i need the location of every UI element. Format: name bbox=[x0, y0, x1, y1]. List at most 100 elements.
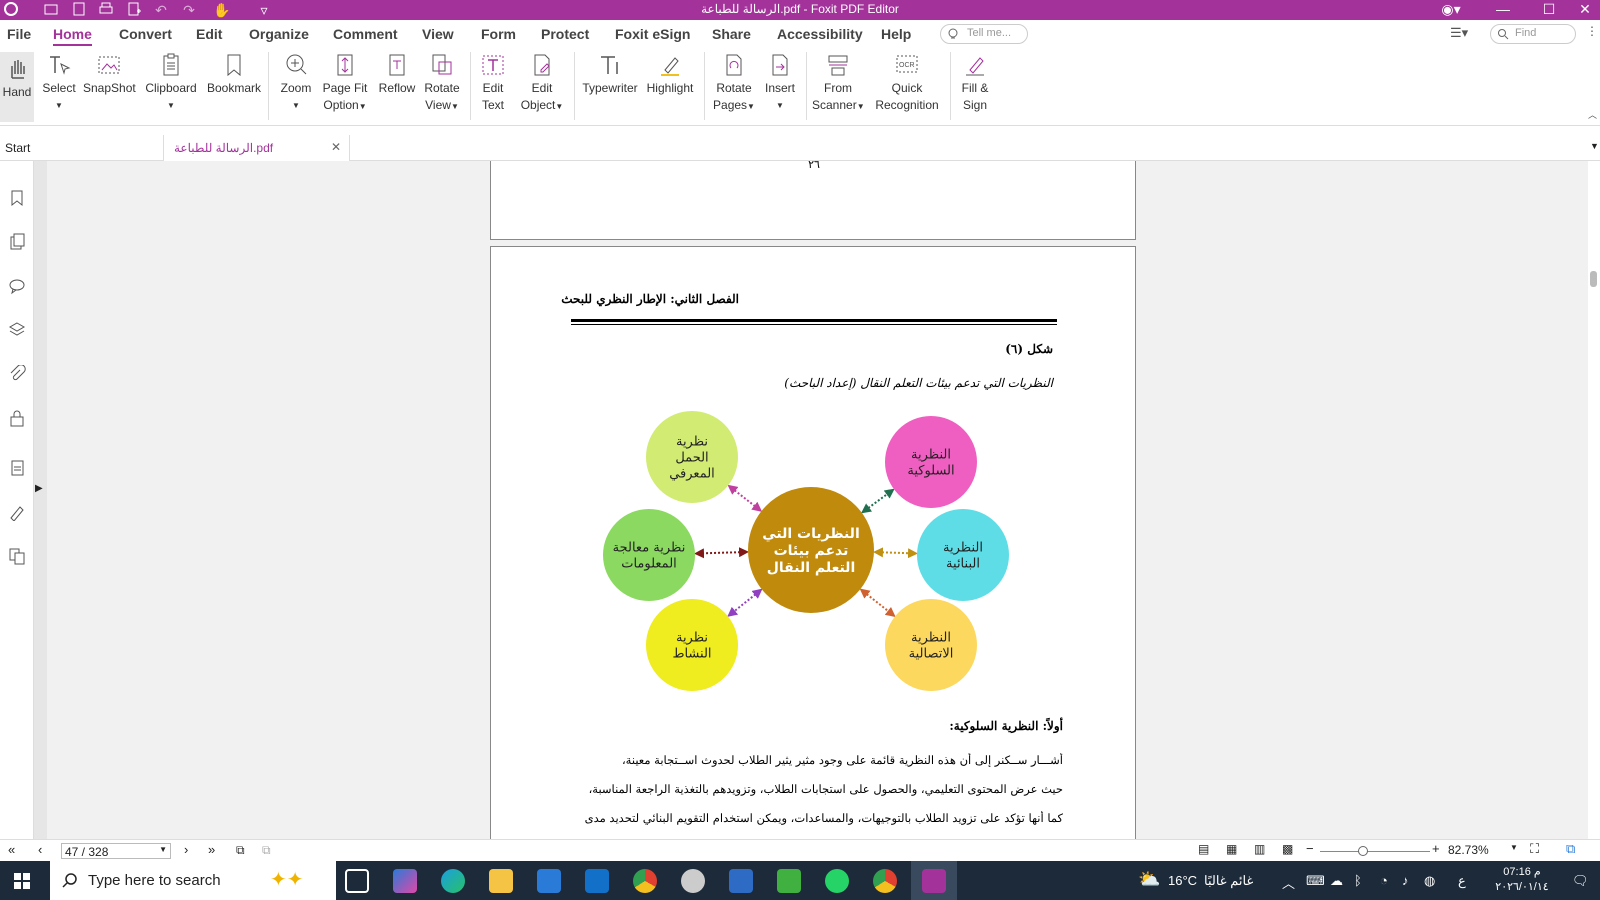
weather-condition[interactable]: غائم غالبًا bbox=[1204, 873, 1253, 889]
show-hidden-icons-icon[interactable]: ︿ bbox=[1282, 873, 1295, 892]
quick-recognition-button[interactable]: OCR Quick Recognition bbox=[870, 52, 944, 114]
tabs-dropdown-icon[interactable]: ▼ bbox=[1590, 141, 1599, 151]
photos-app-icon[interactable] bbox=[681, 869, 705, 893]
single-page-icon[interactable]: ▤ bbox=[1198, 842, 1209, 856]
from-scanner-button[interactable]: From Scanner▼ bbox=[812, 52, 865, 115]
copilot-app-icon[interactable] bbox=[393, 869, 417, 893]
signatures-panel-icon[interactable] bbox=[8, 503, 26, 521]
continuous-page-icon[interactable]: ▦ bbox=[1226, 842, 1237, 856]
windows-start-icon[interactable] bbox=[14, 873, 30, 889]
pen-app-icon[interactable] bbox=[729, 869, 753, 893]
menu-edit[interactable]: Edit bbox=[196, 26, 222, 42]
chrome-profile-icon[interactable] bbox=[873, 869, 897, 893]
outlook-icon[interactable] bbox=[585, 869, 609, 893]
menu-accessibility[interactable]: Accessibility bbox=[777, 26, 863, 42]
zoom-out-icon[interactable]: − bbox=[1306, 841, 1314, 856]
tab-document[interactable]: الرسالة للطباعة.pdf ✕ bbox=[164, 135, 350, 161]
minimize-button[interactable]: — bbox=[1480, 0, 1526, 20]
menu-form[interactable]: Form bbox=[481, 26, 516, 42]
page-fit-option-button[interactable]: Page Fit Option▼ bbox=[320, 52, 370, 115]
page-dropdown-icon[interactable]: ▼ bbox=[159, 845, 167, 854]
weather-icon[interactable]: ⛅ bbox=[1138, 869, 1160, 890]
menu-convert[interactable]: Convert bbox=[119, 26, 172, 42]
feedback-icon[interactable]: ⧉ bbox=[1566, 841, 1575, 857]
zoom-dropdown-icon[interactable]: ▼ bbox=[1510, 843, 1518, 852]
clipboard-button[interactable]: Clipboard ▼ bbox=[143, 52, 199, 114]
chrome-browser-icon[interactable] bbox=[633, 869, 657, 893]
edit-object-button[interactable]: Edit Object▼ bbox=[518, 52, 566, 115]
menu-view[interactable]: View bbox=[422, 26, 454, 42]
microsoft-store-icon[interactable] bbox=[537, 869, 561, 893]
rotate-view-button[interactable]: Rotate View▼ bbox=[422, 52, 462, 115]
whatsapp-icon[interactable] bbox=[825, 869, 849, 893]
zoom-button[interactable]: Zoom ▼ bbox=[278, 52, 314, 114]
tab-start[interactable]: Start bbox=[0, 135, 164, 161]
reflow-button[interactable]: Reflow bbox=[376, 52, 418, 97]
compare-panel-icon[interactable] bbox=[8, 547, 26, 565]
notifications-icon[interactable]: 🗨 bbox=[1572, 873, 1589, 889]
menu-protect[interactable]: Protect bbox=[541, 26, 589, 42]
meet-now-icon[interactable]: ⌨ bbox=[1306, 873, 1325, 889]
select-button[interactable]: Select ▼ bbox=[42, 52, 76, 114]
insert-button[interactable]: Insert ▼ bbox=[762, 52, 798, 114]
clock[interactable]: 07:16 م ٢٠٢٦/٠١/١٤ bbox=[1484, 865, 1560, 895]
security-panel-icon[interactable] bbox=[8, 409, 26, 427]
foxit-taskbar-active[interactable] bbox=[911, 861, 957, 900]
network-icon[interactable]: ◔ bbox=[1380, 873, 1388, 888]
content-panel-icon[interactable] bbox=[8, 459, 26, 477]
menu-file[interactable]: File bbox=[7, 26, 31, 42]
vertical-scrollbar[interactable] bbox=[1588, 161, 1600, 839]
find-input[interactable]: Find bbox=[1490, 24, 1576, 44]
pages-panel-icon[interactable] bbox=[8, 233, 26, 251]
scrollbar-thumb[interactable] bbox=[1590, 271, 1597, 287]
continuous-facing-icon[interactable]: ▩ bbox=[1282, 842, 1293, 856]
zoom-level[interactable]: 82.73% bbox=[1448, 843, 1489, 857]
security-tray-icon[interactable]: ◍ bbox=[1424, 873, 1435, 889]
highlight-button[interactable]: Highlight bbox=[644, 52, 696, 97]
menu-help[interactable]: Help bbox=[881, 26, 911, 42]
attachments-panel-icon[interactable] bbox=[8, 365, 26, 383]
bookmark-button[interactable]: Bookmark bbox=[206, 52, 262, 97]
weather-temperature[interactable]: 16°C bbox=[1168, 873, 1197, 888]
fill-sign-button[interactable]: Fill & Sign bbox=[956, 52, 994, 114]
menu-home[interactable]: Home bbox=[53, 26, 92, 46]
camtasia-icon[interactable] bbox=[777, 869, 801, 893]
menu-foxit-esign[interactable]: Foxit eSign bbox=[615, 26, 690, 42]
edge-browser-icon[interactable] bbox=[441, 869, 465, 893]
close-tab-icon[interactable]: ✕ bbox=[331, 140, 341, 154]
account-icon[interactable]: ◉▾ bbox=[1428, 0, 1474, 20]
comments-panel-icon[interactable] bbox=[8, 277, 26, 295]
maximize-button[interactable]: ☐ bbox=[1526, 0, 1572, 20]
task-view-icon[interactable] bbox=[345, 869, 369, 893]
bluetooth-icon[interactable]: ᛒ bbox=[1354, 873, 1362, 888]
onedrive-icon[interactable]: ☁ bbox=[1330, 873, 1343, 889]
layers-panel-icon[interactable] bbox=[8, 321, 26, 339]
menu-comment[interactable]: Comment bbox=[333, 26, 398, 42]
input-language[interactable]: ع bbox=[1458, 873, 1466, 889]
collapse-ribbon-icon[interactable]: ︿ bbox=[1588, 108, 1597, 121]
edit-text-button[interactable]: Edit Text bbox=[478, 52, 508, 114]
page-view-icon[interactable]: ⧉ bbox=[236, 843, 245, 858]
zoom-slider[interactable] bbox=[1320, 851, 1430, 852]
zoom-slider-thumb[interactable] bbox=[1358, 846, 1368, 856]
hand-button[interactable]: Hand bbox=[0, 52, 34, 122]
file-explorer-icon[interactable] bbox=[489, 869, 513, 893]
tell-me-input[interactable]: Tell me... bbox=[940, 24, 1028, 44]
zoom-in-icon[interactable]: + bbox=[1432, 841, 1440, 856]
snapshot-button[interactable]: SnapShot bbox=[83, 52, 136, 97]
page-number-input[interactable]: 47 / 328 ▼ bbox=[61, 843, 171, 859]
search-options-icon[interactable]: ☰▾ bbox=[1450, 25, 1468, 41]
bookmarks-panel-icon[interactable] bbox=[8, 189, 26, 207]
more-options-icon[interactable]: ⋮ bbox=[1586, 24, 1598, 38]
typewriter-button[interactable]: Typewriter bbox=[580, 52, 640, 97]
first-page-icon[interactable]: « bbox=[8, 842, 15, 857]
prev-page-icon[interactable]: ‹ bbox=[38, 842, 42, 857]
facing-page-icon[interactable]: ▥ bbox=[1254, 842, 1265, 856]
next-page-icon[interactable]: › bbox=[184, 842, 188, 857]
fullscreen-icon[interactable]: ⛶ bbox=[1530, 841, 1539, 857]
copilot-sparkle-icon[interactable]: ✦✦ bbox=[270, 867, 304, 892]
taskbar-search[interactable]: Type here to search ✦✦ bbox=[50, 861, 336, 900]
expand-panel-icon[interactable]: ▶ bbox=[35, 483, 43, 494]
close-button[interactable]: ✕ bbox=[1570, 0, 1600, 20]
rotate-pages-button[interactable]: Rotate Pages▼ bbox=[712, 52, 756, 115]
